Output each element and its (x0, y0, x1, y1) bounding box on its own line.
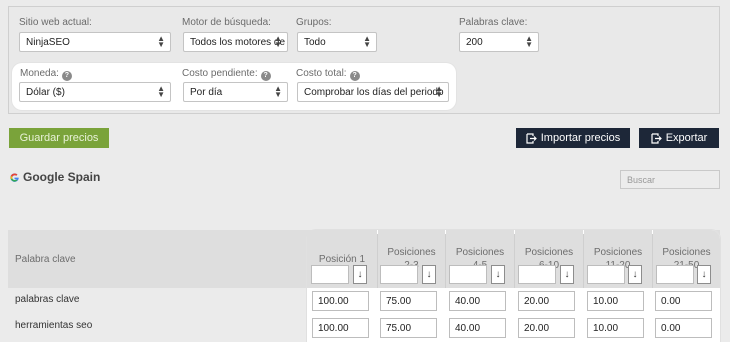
price-input[interactable]: 40.00 (449, 291, 506, 311)
select-arrow-icon: ▲ ▼ (274, 84, 282, 99)
pending-cost-label-text: Costo pendiente: (182, 68, 258, 79)
row-keyword: palabras clave (15, 294, 80, 305)
total-cost-label-text: Costo total: (296, 68, 347, 79)
arrow-down-icon[interactable]: ↓ (353, 265, 367, 284)
currency-select[interactable]: Dólar ($) ▲ ▼ (19, 82, 171, 102)
search-input[interactable]: Buscar (620, 170, 720, 189)
price-input[interactable]: 100.00 (312, 318, 369, 338)
arrow-down-icon[interactable]: ↓ (560, 265, 574, 284)
help-circle-icon[interactable]: ? (349, 71, 360, 81)
engine-select[interactable]: Todos los motores de ▲ ▼ (183, 32, 288, 52)
arrow-down-icon[interactable]: ↓ (697, 265, 711, 284)
column-header-line1: Posiciones (387, 247, 436, 258)
save-prices-button[interactable]: Guardar precios (9, 128, 109, 148)
price-input[interactable]: 20.00 (518, 291, 575, 311)
bulk-fill-input[interactable] (656, 265, 694, 284)
help-circle-icon[interactable]: ? (61, 71, 72, 81)
column-header-line1: Posición 1 (318, 253, 366, 265)
site-label: Sitio web actual: (19, 17, 92, 28)
select-arrow-icon: ▲ ▼ (363, 34, 371, 49)
pending-cost-label: Costo pendiente:? (182, 68, 271, 81)
help-circle-icon[interactable]: ? (260, 71, 271, 81)
price-input[interactable]: 20.00 (518, 318, 575, 338)
export-label: Exportar (665, 132, 708, 144)
row-keyword: herramientas seo (15, 320, 93, 331)
keywords-label: Palabras clave: (459, 17, 528, 28)
section-title-text: Google Spain (23, 170, 101, 184)
total-cost-label: Costo total:? (296, 68, 360, 81)
price-input[interactable]: 75.00 (380, 318, 437, 338)
select-arrow-icon: ▲ ▼ (157, 84, 165, 99)
groups-select[interactable]: Todo ▲ ▼ (297, 32, 377, 52)
select-arrow-icon: ▲ ▼ (157, 34, 165, 49)
export-icon (651, 132, 662, 144)
site-value: NinjaSEO (26, 36, 70, 48)
groups-label: Grupos: (296, 17, 332, 28)
price-input[interactable]: 10.00 (587, 291, 644, 311)
keywords-value: 200 (466, 36, 483, 48)
total-cost-value: Comprobar los días del periodo (304, 86, 444, 98)
bulk-fill-input[interactable] (311, 265, 349, 284)
site-select[interactable]: NinjaSEO ▲ ▼ (19, 32, 171, 52)
export-button[interactable]: Exportar (639, 128, 719, 148)
select-arrow-icon: ▲ ▼ (435, 84, 443, 99)
bulk-fill-input[interactable] (518, 265, 556, 284)
import-icon (526, 132, 537, 144)
engine-value: Todos los motores de (190, 36, 286, 48)
currency-value: Dólar ($) (26, 86, 65, 98)
price-input[interactable]: 10.00 (587, 318, 644, 338)
keyword-column-header: Palabra clave (15, 254, 76, 265)
arrow-down-icon[interactable]: ↓ (628, 265, 642, 284)
import-label: Importar precios (540, 132, 621, 144)
bulk-fill-input[interactable] (380, 265, 418, 284)
price-input[interactable]: 0.00 (655, 318, 712, 338)
column-header-line1: Posiciones (455, 247, 505, 258)
pending-cost-value: Por día (190, 86, 223, 98)
column-header-line1: Posiciones (524, 247, 574, 258)
engine-label: Motor de búsqueda: (182, 17, 271, 28)
bulk-fill-input[interactable] (449, 265, 487, 284)
section-title: Google Spain (9, 170, 100, 184)
price-input[interactable]: 0.00 (655, 291, 712, 311)
price-input[interactable]: 75.00 (380, 291, 437, 311)
select-arrow-icon: ▲ ▼ (525, 34, 533, 49)
column-header-line1: Posiciones (662, 247, 711, 258)
select-arrow-icon: ▲ ▼ (274, 34, 282, 49)
arrow-down-icon[interactable]: ↓ (491, 265, 505, 284)
bulk-fill-input[interactable] (587, 265, 625, 284)
currency-label-text: Moneda: (20, 68, 59, 79)
groups-value: Todo (304, 36, 326, 48)
keywords-select[interactable]: 200 ▲ ▼ (459, 32, 539, 52)
arrow-down-icon[interactable]: ↓ (422, 265, 436, 284)
price-input[interactable]: 100.00 (312, 291, 369, 311)
price-input[interactable]: 40.00 (449, 318, 506, 338)
total-cost-select[interactable]: Comprobar los días del periodo ▲ ▼ (297, 82, 449, 102)
currency-label: Moneda:? (20, 68, 72, 81)
google-logo-icon (10, 172, 19, 182)
import-prices-button[interactable]: Importar precios (516, 128, 630, 148)
price-grid-highlight: Posición 1 Posiciones2-3 Posiciones4-5 P… (307, 230, 720, 342)
pending-cost-select[interactable]: Por día ▲ ▼ (183, 82, 288, 102)
column-header-line1: Posiciones (593, 247, 643, 258)
